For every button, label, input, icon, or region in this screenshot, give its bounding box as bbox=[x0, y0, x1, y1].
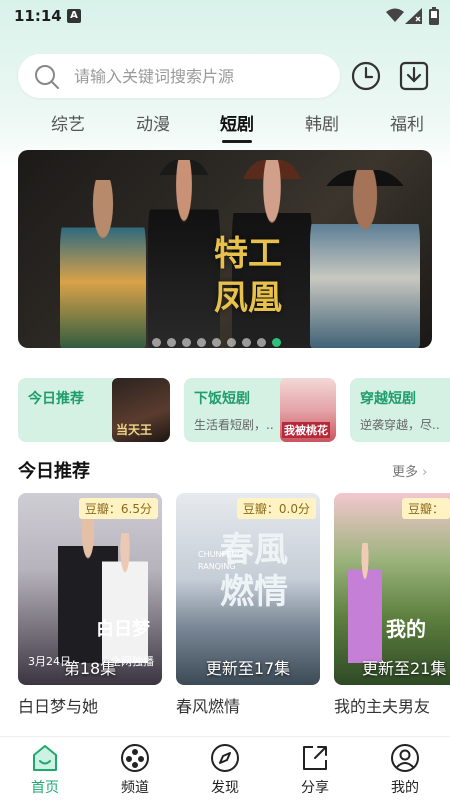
category-card-today[interactable]: 今日推荐 当天王 bbox=[18, 378, 170, 442]
status-bar: 11:14 A bbox=[0, 0, 450, 34]
search-input[interactable] bbox=[74, 54, 324, 98]
category-title: 下饭短剧 bbox=[194, 391, 250, 407]
compass-icon bbox=[211, 744, 239, 772]
home-icon bbox=[33, 745, 57, 771]
tab-variety[interactable]: 综艺 bbox=[38, 110, 98, 135]
pagination-dot-active[interactable] bbox=[272, 338, 281, 347]
douban-score-badge: 豆瓣： bbox=[401, 498, 450, 519]
pagination-dot[interactable] bbox=[182, 338, 191, 347]
hero-banner[interactable]: 特工凤凰 bbox=[18, 150, 432, 348]
nav-share[interactable]: 分享 bbox=[285, 743, 345, 797]
poster-title[interactable]: 我的主夫男友 bbox=[334, 693, 430, 717]
tab-korean-drama[interactable]: 韩剧 bbox=[292, 110, 352, 135]
category-card-time-travel[interactable]: 穿越短剧 逆袭穿越，尽.. bbox=[350, 378, 450, 442]
nav-channel[interactable]: 频道 bbox=[105, 743, 165, 797]
more-link[interactable]: 更多 › bbox=[392, 461, 427, 480]
episode-label: 更新至21集 bbox=[362, 659, 447, 678]
banner-figure bbox=[60, 180, 146, 348]
banner-title: 特工凤凰 bbox=[214, 234, 282, 318]
active-tab-indicator bbox=[222, 140, 252, 143]
poster-card[interactable]: 春風燃情 CHUNFENG RANQING 豆瓣：0.0分 更新至17集 bbox=[176, 493, 320, 685]
status-time: 11:14 bbox=[14, 7, 62, 25]
category-title: 穿越短剧 bbox=[360, 391, 416, 407]
tab-short-drama[interactable]: 短剧 bbox=[207, 110, 267, 135]
section-title: 今日推荐 bbox=[18, 461, 90, 482]
pagination-dot[interactable] bbox=[152, 338, 161, 347]
poster-card[interactable]: 白日梦 3月24日 全网独播 豆瓣：6.5分 第18集 bbox=[18, 493, 162, 685]
signal-icon bbox=[405, 8, 422, 24]
pagination-dot[interactable] bbox=[212, 338, 221, 347]
douban-score-badge: 豆瓣：6.5分 bbox=[78, 498, 158, 519]
history-clock-icon[interactable] bbox=[350, 60, 382, 92]
channel-icon bbox=[121, 744, 149, 772]
category-thumbnail: 当天王 bbox=[112, 378, 170, 442]
tab-welfare[interactable]: 福利 bbox=[377, 110, 437, 135]
pagination-dot[interactable] bbox=[227, 338, 236, 347]
category-card-meal-drama[interactable]: 下饭短剧 生活看短剧，.. 我被桃花 bbox=[184, 378, 336, 442]
search-bar[interactable] bbox=[18, 54, 340, 98]
tab-anime[interactable]: 动漫 bbox=[123, 110, 183, 135]
pagination-dot[interactable] bbox=[167, 338, 176, 347]
nav-discover[interactable]: 发现 bbox=[195, 743, 255, 797]
profile-icon bbox=[391, 744, 419, 772]
battery-icon bbox=[429, 7, 439, 25]
banner-figure bbox=[148, 160, 220, 348]
nav-home[interactable]: 首页 bbox=[15, 743, 75, 797]
notification-a-icon: A bbox=[67, 9, 81, 23]
category-subtitle: 逆袭穿越，尽.. bbox=[360, 418, 440, 432]
poster-title[interactable]: 春风燃情 bbox=[176, 693, 240, 717]
poster-card[interactable]: 我的 豆瓣： 更新至21集 bbox=[334, 493, 450, 685]
category-title: 今日推荐 bbox=[28, 391, 84, 407]
download-icon[interactable] bbox=[398, 60, 430, 92]
category-subtitle: 生活看短剧，.. bbox=[194, 418, 274, 432]
poster-title[interactable]: 白日梦与她 bbox=[18, 693, 98, 717]
pagination-dot[interactable] bbox=[242, 338, 251, 347]
episode-label: 第18集 bbox=[63, 659, 117, 678]
douban-score-badge: 豆瓣：0.0分 bbox=[236, 498, 316, 519]
pagination-dot[interactable] bbox=[197, 338, 206, 347]
category-thumbnail: 我被桃花 bbox=[280, 378, 336, 442]
share-icon bbox=[303, 746, 327, 770]
nav-profile[interactable]: 我的 bbox=[375, 743, 435, 797]
pagination-dot[interactable] bbox=[257, 338, 266, 347]
poster-figure bbox=[102, 533, 148, 663]
category-tabs: 综艺 动漫 短剧 韩剧 福利 bbox=[0, 110, 450, 146]
poster-figure bbox=[348, 543, 382, 663]
banner-pagination bbox=[152, 332, 287, 347]
bottom-navigation: 首页 频道 发现 分享 我的 bbox=[0, 736, 450, 800]
chevron-right-icon: › bbox=[422, 465, 428, 480]
episode-label: 更新至17集 bbox=[205, 659, 291, 678]
banner-figure bbox=[310, 170, 420, 348]
search-icon bbox=[35, 65, 59, 89]
wifi-icon bbox=[386, 8, 404, 22]
